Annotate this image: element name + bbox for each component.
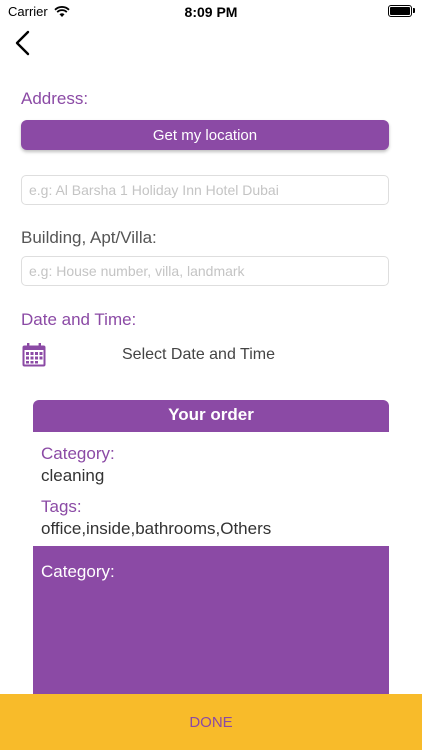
back-button[interactable]: [10, 28, 40, 58]
building-label: Building, Apt/Villa:: [21, 228, 157, 247]
back-chevron-icon: [15, 30, 30, 56]
order-title: Your order: [168, 405, 254, 424]
calendar-icon[interactable]: [21, 342, 47, 368]
select-date-time-button[interactable]: Select Date and Time: [122, 346, 275, 364]
date-time-label: Date and Time:: [21, 310, 137, 329]
tags-label: Tags:: [41, 497, 82, 516]
order-details: Category: cleaning Tags: office,inside,b…: [33, 432, 389, 546]
get-location-button[interactable]: Get my location: [21, 120, 389, 150]
address-input[interactable]: [21, 175, 389, 205]
building-input[interactable]: [21, 256, 389, 286]
done-button[interactable]: DONE: [0, 694, 422, 750]
address-label: Address:: [21, 89, 89, 108]
category-value: cleaning: [41, 466, 105, 485]
status-time: 8:09 PM: [184, 4, 238, 20]
order-card: Your order Category: cleaning Tags: offi…: [33, 400, 389, 700]
second-category-label: Category:: [41, 562, 115, 581]
tags-value: office,inside,bathrooms,Others: [41, 519, 272, 538]
battery-icon: [388, 5, 415, 17]
done-label: DONE: [189, 713, 233, 731]
category-label: Category:: [41, 444, 115, 463]
status-bar: Carrier 8:09 PM: [0, 0, 422, 24]
